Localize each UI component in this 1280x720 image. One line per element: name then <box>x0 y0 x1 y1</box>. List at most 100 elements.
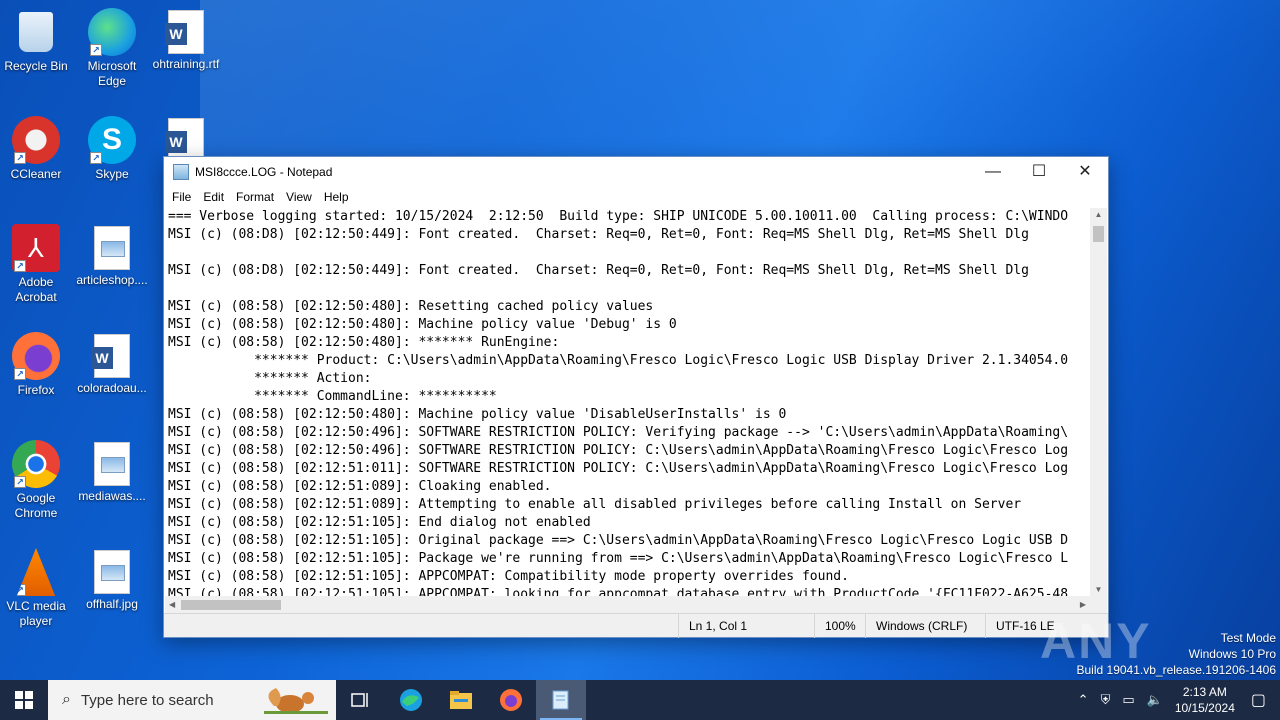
image-file-icon <box>94 550 130 594</box>
minimize-button[interactable]: — <box>970 157 1016 187</box>
defender-icon[interactable]: ⛨ <box>1101 692 1111 708</box>
file-explorer-icon <box>450 691 472 709</box>
notepad-icon <box>173 164 189 180</box>
log-line: MSI (c) (08:58) [02:12:51:105]: Package … <box>168 551 1069 566</box>
desktop-icon-articleshop[interactable]: articleshop.... <box>74 224 150 288</box>
firefox-icon: ↗ <box>12 332 60 380</box>
log-line: MSI (c) (08:58) [02:12:50:480]: Machine … <box>168 407 787 422</box>
desktop-icon-coloradoau[interactable]: Wcoloradoau... <box>74 332 150 396</box>
desktop-icon-label: Recycle Bin <box>4 59 68 73</box>
taskbar-file-explorer[interactable] <box>436 680 486 720</box>
windows-logo-icon <box>15 691 33 709</box>
close-button[interactable]: ✕ <box>1062 157 1108 187</box>
image-file-icon <box>94 442 130 486</box>
search-icon: ⌕ <box>62 691 71 708</box>
horizontal-scroll-thumb[interactable] <box>181 600 281 610</box>
image-file-icon <box>94 226 130 270</box>
picture-badge-icon <box>101 457 125 473</box>
menu-edit[interactable]: Edit <box>197 190 230 204</box>
show-hidden-icons-icon[interactable]: ⌃ <box>1078 692 1089 708</box>
start-button[interactable] <box>0 680 48 720</box>
edge-icon: ↗ <box>88 8 136 56</box>
clock[interactable]: 2:13 AM 10/15/2024 <box>1175 684 1235 716</box>
log-line: MSI (c) (08:58) [02:12:51:105]: End dial… <box>168 515 591 530</box>
edge-icon <box>400 689 422 711</box>
notifications-icon[interactable]: ▢ <box>1251 690 1266 710</box>
log-line: ******* CommandLine: ********** <box>168 389 497 404</box>
scroll-down-icon[interactable]: ▼ <box>1090 585 1107 594</box>
desktop-icon-ccleaner[interactable]: ↗ CCleaner <box>0 116 74 182</box>
desktop-icon-label: Google Chrome <box>14 491 58 520</box>
log-line: MSI (c) (08:58) [02:12:51:105]: APPCOMPA… <box>168 569 849 584</box>
desktop-icon-mediawas[interactable]: mediawas.... <box>74 440 150 504</box>
picture-badge-icon <box>101 241 125 257</box>
chrome-icon: ↗ <box>12 440 60 488</box>
scroll-up-icon[interactable]: ▲ <box>1090 210 1107 219</box>
log-line: MSI (c) (08:D8) [02:12:50:449]: Font cre… <box>168 263 1029 278</box>
volume-icon[interactable]: 🔈 <box>1147 692 1163 708</box>
desktop-icon-label: coloradoau... <box>77 381 147 395</box>
desktop-icon-skype[interactable]: S ↗ Skype <box>74 116 150 182</box>
recycle-bin-icon <box>19 12 53 52</box>
line-endings: Windows (CRLF) <box>865 614 985 638</box>
scroll-right-icon[interactable]: ▶ <box>1080 596 1086 613</box>
squirrel-highlight-icon <box>264 688 328 714</box>
log-line: ******* Product: C:\Users\admin\AppData\… <box>168 353 1069 368</box>
network-icon[interactable]: ▭ <box>1122 692 1134 708</box>
clock-date: 10/15/2024 <box>1174 701 1235 715</box>
horizontal-scrollbar[interactable]: ◀ ▶ <box>165 596 1090 613</box>
maximize-button[interactable]: ☐ <box>1016 157 1062 187</box>
desktop-icon-label: offhalf.jpg <box>86 597 138 611</box>
status-bar: Ln 1, Col 1 100% Windows (CRLF) UTF-16 L… <box>164 613 1108 638</box>
desktop-icon-firefox[interactable]: ↗ Firefox <box>0 332 74 398</box>
task-view-icon <box>351 693 368 707</box>
test-mode-watermark: Test Mode Windows 10 Pro Build 19041.vb_… <box>1077 630 1277 678</box>
notepad-window[interactable]: MSI8ccce.LOG - Notepad — ☐ ✕ File Edit F… <box>163 156 1109 638</box>
desktop-icon-label: ohtraining.rtf <box>152 57 220 71</box>
log-line: MSI (c) (08:58) [02:12:51:105]: APPCOMPA… <box>168 587 1069 596</box>
menu-view[interactable]: View <box>280 190 318 204</box>
log-line: MSI (c) (08:58) [02:12:50:480]: Resettin… <box>168 299 654 314</box>
menu-file[interactable]: File <box>166 190 197 204</box>
desktop-icon-label: Microsoft Edge <box>87 59 137 88</box>
log-line: MSI (c) (08:58) [02:12:50:496]: SOFTWARE… <box>168 425 1069 440</box>
shortcut-arrow-icon: ↗ <box>16 584 26 596</box>
watermark-line-2: Windows 10 Pro <box>1188 647 1276 661</box>
search-box[interactable]: ⌕ Type here to search <box>48 680 336 720</box>
skype-icon: S ↗ <box>88 116 136 164</box>
desktop-icon-recycle-bin[interactable]: Recycle Bin <box>0 8 74 74</box>
menu-help[interactable]: Help <box>318 190 355 204</box>
menu-bar: File Edit Format View Help <box>164 187 1108 207</box>
notepad-icon <box>552 690 569 710</box>
window-title: MSI8ccce.LOG - Notepad <box>195 165 333 179</box>
picture-badge-icon <box>101 565 125 581</box>
desktop-icon-ohtraining-rtf[interactable]: Wohtraining.rtf <box>148 8 224 72</box>
task-view-button[interactable] <box>336 680 386 720</box>
log-line: MSI (c) (08:58) [02:12:50:496]: SOFTWARE… <box>168 443 1069 458</box>
desktop-icon-label: Adobe Acrobat <box>15 275 57 304</box>
word-document-icon: W <box>165 10 204 54</box>
acrobat-icon: ⅄ ↗ <box>12 224 60 272</box>
menu-format[interactable]: Format <box>230 190 280 204</box>
vertical-scroll-thumb[interactable] <box>1093 226 1104 242</box>
watermark-line-3: Build 19041.vb_release.191206-1406 <box>1076 663 1277 677</box>
log-line: MSI (c) (08:58) [02:12:50:480]: ******* … <box>168 335 560 350</box>
title-bar[interactable]: MSI8ccce.LOG - Notepad — ☐ ✕ <box>164 157 1108 187</box>
log-line: MSI (c) (08:D8) [02:12:50:449]: Font cre… <box>168 227 1029 242</box>
taskbar-edge[interactable] <box>386 680 436 720</box>
shortcut-arrow-icon: ↗ <box>14 152 26 164</box>
vertical-scrollbar[interactable]: ▲ ▼ <box>1090 208 1107 596</box>
desktop-icon-google-chrome[interactable]: ↗ Google Chrome <box>0 440 74 521</box>
scroll-left-icon[interactable]: ◀ <box>169 596 175 613</box>
desktop-icon-offhalf-jpg[interactable]: offhalf.jpg <box>74 548 150 612</box>
desktop-icon-microsoft-edge[interactable]: ↗ Microsoft Edge <box>74 8 150 89</box>
desktop-icon-vlc-media-player[interactable]: ↗ VLC media player <box>0 548 74 629</box>
shortcut-arrow-icon: ↗ <box>14 368 26 380</box>
desktop-icon-adobe-acrobat[interactable]: ⅄ ↗ Adobe Acrobat <box>0 224 74 305</box>
desktop-icon-label: Firefox <box>17 383 55 397</box>
taskbar-firefox[interactable] <box>486 680 536 720</box>
taskbar-notepad[interactable] <box>536 680 586 720</box>
word-badge-icon: W <box>165 23 187 45</box>
text-editor[interactable]: === Verbose logging started: 10/15/2024 … <box>166 208 1090 596</box>
